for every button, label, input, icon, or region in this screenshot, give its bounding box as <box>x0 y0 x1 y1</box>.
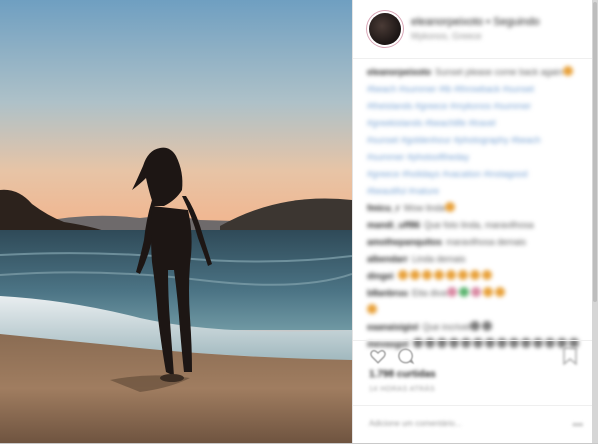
comment-username[interactable]: dingei <box>367 271 394 281</box>
post-header: eleanorpeixoto • Seguindo Mykonos, Greec… <box>353 0 593 59</box>
comment-username[interactable]: eleanorpeixoto <box>367 67 431 77</box>
add-comment-input[interactable]: Adicione um comentário... <box>369 419 462 428</box>
instagram-post-view: eleanorpeixoto • Seguindo Mykonos, Greec… <box>0 0 598 443</box>
post-side-panel: eleanorpeixoto • Seguindo Mykonos, Greec… <box>352 0 593 443</box>
comment-row: #theislands #greece #mykonos #summer <box>367 100 585 113</box>
comment-hashtags[interactable]: #theislands #greece #mykonos #summer <box>367 101 531 111</box>
comment-hashtags[interactable]: #beautiful #nature <box>367 186 439 196</box>
comment-text: Wow linda <box>403 203 445 213</box>
emoji-icon <box>421 270 432 280</box>
header-username[interactable]: eleanorpeixoto • Seguindo <box>411 16 540 28</box>
emoji-icon <box>457 270 468 280</box>
emoji-icon <box>562 66 573 76</box>
comment-hashtags[interactable]: #sunset #goldenhour #photography #beach <box>367 135 541 145</box>
comment-text: Sunset please come back again <box>435 67 563 77</box>
comment-username[interactable]: eaanaisigiol <box>367 322 419 332</box>
comment-row: #greece #holidays #vacation #instagood <box>367 168 585 181</box>
emoji-icon <box>470 321 481 331</box>
comment-text: Linda demais <box>412 254 466 264</box>
emoji-icon <box>470 287 481 297</box>
comment-row: mandi_uff86 Que foto linda, maravilhosa <box>367 219 585 232</box>
location[interactable]: Mykonos, Greece <box>411 31 482 41</box>
heart-icon[interactable] <box>369 347 387 365</box>
comment-hashtags[interactable]: #beach #summer #tb #throwback #sunset <box>367 84 534 94</box>
emoji-icon <box>482 321 493 331</box>
likes-count[interactable]: 1.798 curtidas <box>369 369 436 380</box>
comment-list: eleanorpeixoto Sunset please come back ag… <box>367 66 585 355</box>
comment-row: #beautiful #nature <box>367 185 585 198</box>
username[interactable]: eleanorpeixoto <box>411 16 483 28</box>
avatar[interactable] <box>369 13 401 45</box>
emoji-icon <box>458 287 469 297</box>
action-bar <box>353 340 593 371</box>
comment-text: maravilhosa demais <box>446 237 527 247</box>
post-photo[interactable] <box>0 0 352 443</box>
comment-row: eaanaisigiol Que incrivel <box>367 321 585 334</box>
comment-row: #greekislands #beachlife #travel <box>367 117 585 130</box>
emoji-icon <box>444 202 455 212</box>
bookmark-icon[interactable] <box>563 347 577 365</box>
comment-username[interactable]: mandi_uff86 <box>367 220 420 230</box>
comment-username[interactable]: b8anbruu <box>367 288 408 298</box>
comment-row: albendarr Linda demais <box>367 253 585 266</box>
comment-username[interactable]: amothepanquitos <box>367 237 442 247</box>
emoji-icon <box>469 270 480 280</box>
comment-row: amothepanquitos maravilhosa demais <box>367 236 585 249</box>
emoji-icon <box>367 304 377 314</box>
comment-row: b8anbruu Eita diva <box>367 287 585 300</box>
comment-row: #summer #photooftheday <box>367 151 585 164</box>
comment-hashtags[interactable]: #greece #holidays #vacation #instagood <box>367 169 528 179</box>
comment-row: #sunset #goldenhour #photography #beach <box>367 134 585 147</box>
emoji-icon <box>482 287 493 297</box>
emoji-icon <box>433 270 444 280</box>
more-options-icon[interactable]: ••• <box>572 420 583 431</box>
emoji-icon <box>409 270 420 280</box>
emoji-icon <box>481 270 492 280</box>
comment-row: fmicu_r Wow linda <box>367 202 585 215</box>
emoji-icon <box>494 287 505 297</box>
comment-icon[interactable] <box>397 347 415 365</box>
comment-text: Eita diva <box>412 288 447 298</box>
scrollbar-thumb[interactable] <box>593 2 597 302</box>
comment-username[interactable]: fmicu_r <box>367 203 400 213</box>
comment-row: eleanorpeixoto Sunset please come back ag… <box>367 66 585 79</box>
comment-row <box>367 304 585 317</box>
comment-hashtags[interactable]: #greekislands #beachlife #travel <box>367 118 496 128</box>
comment-row: #beach #summer #tb #throwback #sunset <box>367 83 585 96</box>
post-timestamp: 14 HORAS ATRÁS <box>369 386 436 393</box>
comment-username[interactable]: albendarr <box>367 254 408 264</box>
add-comment-area[interactable]: Adicione um comentário... ••• <box>353 405 593 444</box>
emoji-icon <box>445 270 456 280</box>
scrollbar[interactable] <box>592 0 598 443</box>
emoji-icon <box>446 287 457 297</box>
comment-text: Que incrivel <box>422 322 471 332</box>
comment-hashtags[interactable]: #summer #photooftheday <box>367 152 469 162</box>
emoji-icon <box>397 270 408 280</box>
comment-text: Que foto linda, maravilhosa <box>424 220 534 230</box>
comment-row: dingei <box>367 270 585 283</box>
follow-label[interactable]: • Seguindo <box>486 16 539 28</box>
